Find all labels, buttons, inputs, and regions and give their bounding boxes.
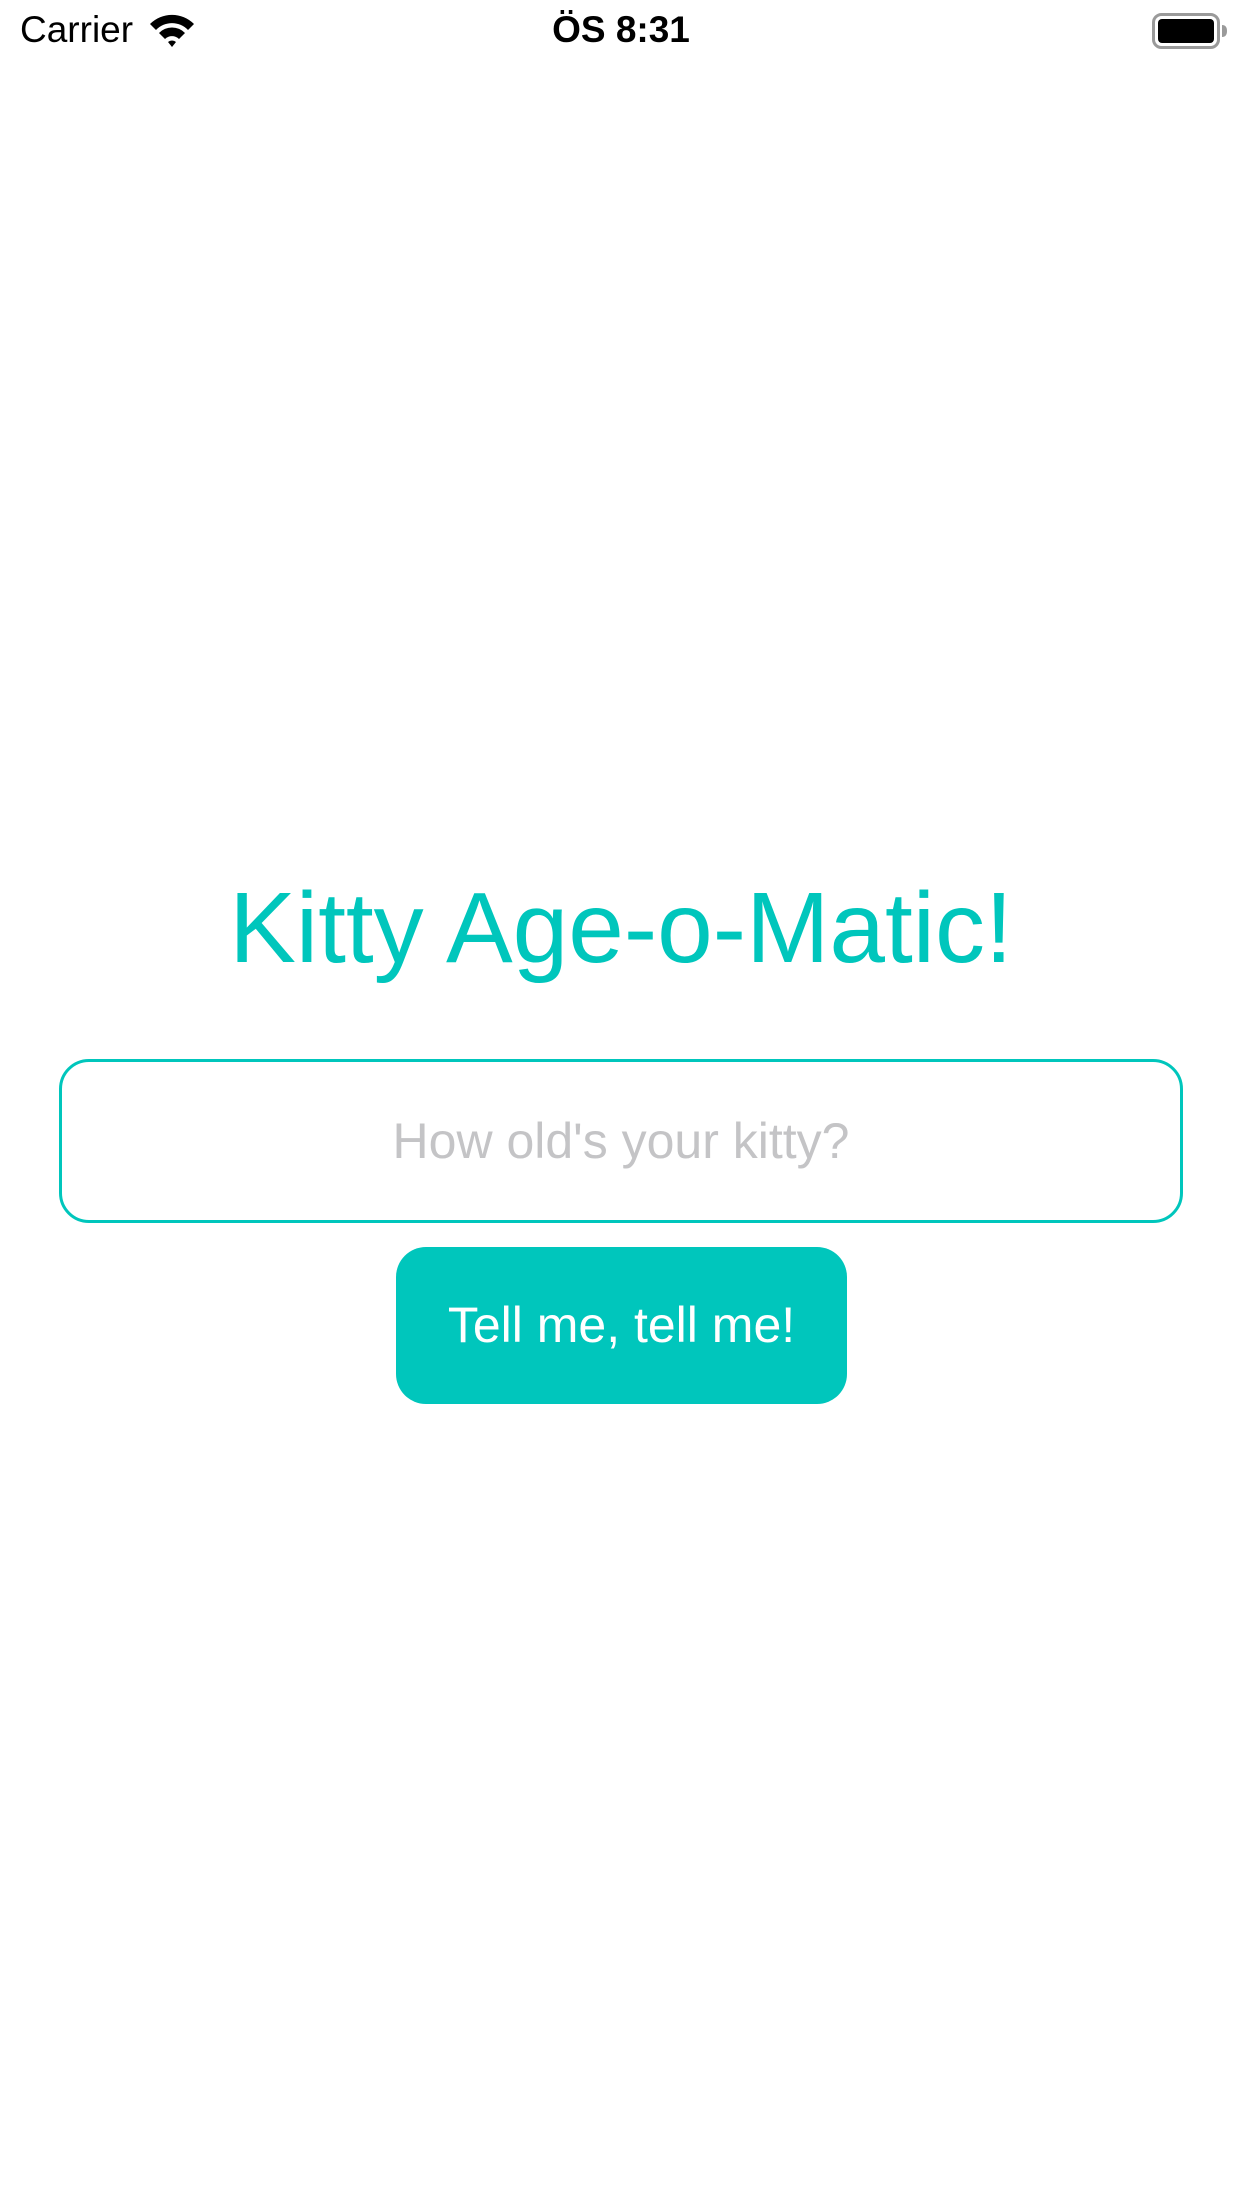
tell-me-button[interactable]: Tell me, tell me! [396, 1247, 847, 1404]
status-time: ÖS 8:31 [552, 9, 690, 50]
app-screen: Carrier ÖS 8:31 Kitty Age-o-Matic! Tell … [0, 0, 1242, 2208]
kitty-age-input[interactable] [59, 1059, 1183, 1223]
status-bar: Carrier ÖS 8:31 [0, 0, 1242, 60]
app-title: Kitty Age-o-Matic! [229, 872, 1013, 984]
battery-icon [1152, 13, 1227, 49]
